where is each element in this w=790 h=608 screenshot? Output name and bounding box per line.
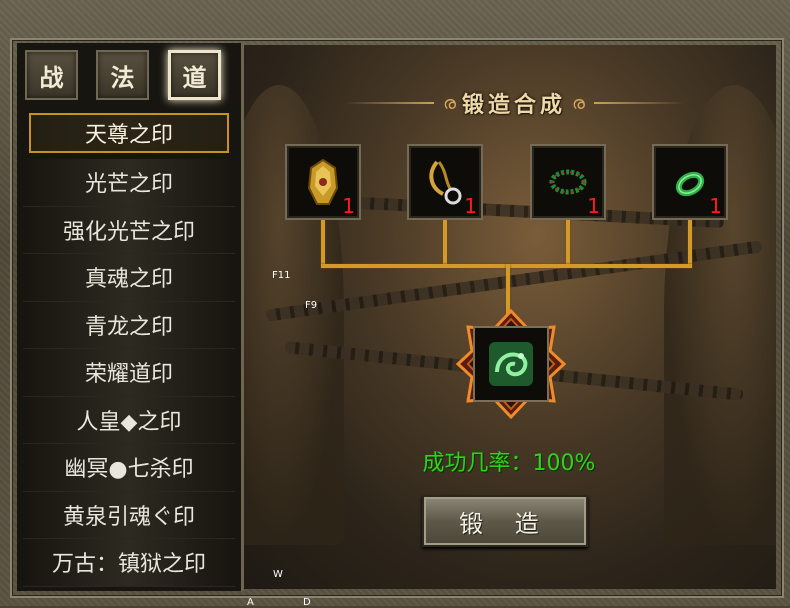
- seal-item-huangquan[interactable]: 黄泉引魂ぐ印: [23, 491, 235, 539]
- ornament-icon: ര: [572, 92, 585, 114]
- success-rate-label: 成功几率：100%: [422, 451, 596, 476]
- material-slot-3[interactable]: 1: [530, 144, 606, 220]
- forge-title: 锻造合成: [461, 93, 566, 118]
- tab-warrior[interactable]: 战: [25, 50, 78, 100]
- item-quantity: 1: [587, 194, 600, 218]
- item-quantity: 1: [342, 194, 355, 218]
- hotkey-label-f11: F11: [272, 270, 291, 281]
- connector-line: [566, 220, 570, 268]
- seal-item-wangu[interactable]: 万古：镇狱之印: [23, 539, 235, 587]
- seal-item-qinglong[interactable]: 青龙之印: [23, 301, 235, 349]
- ornament-icon: ര: [443, 92, 456, 114]
- seal-item-qianghua-guangmang[interactable]: 强化光芒之印: [23, 206, 235, 254]
- seal-item-tianzun[interactable]: 天尊之印: [29, 113, 229, 153]
- forge-panel: ര 锻造合成 ര 1 1 1 1 成功几率：100% 锻 造: [244, 45, 776, 589]
- material-slot-1[interactable]: 1: [285, 144, 361, 220]
- seal-item-zhenhun[interactable]: 真魂之印: [23, 254, 235, 302]
- connector-line: [688, 220, 692, 268]
- jade-dragon-seal-icon: [489, 342, 533, 386]
- seal-item-youming[interactable]: 幽冥●七杀印: [23, 444, 235, 492]
- hotkey-label-a: A: [247, 597, 254, 608]
- seal-category-panel: 战 法 道 天尊之印 光芒之印 强化光芒之印 真魂之印 青龙之印 荣耀道印 人皇…: [17, 43, 244, 591]
- forge-title-bar: ര 锻造合成 ര: [344, 85, 684, 121]
- seal-item-renhuang[interactable]: 人皇◆之印: [23, 396, 235, 444]
- forge-button[interactable]: 锻 造: [422, 495, 588, 547]
- seal-list: 天尊之印 光芒之印 强化光芒之印 真魂之印 青龙之印 荣耀道印 人皇◆之印 幽冥…: [17, 111, 241, 587]
- result-slot[interactable]: [473, 326, 549, 402]
- hotkey-label-d: D: [303, 597, 311, 608]
- item-quantity: 1: [709, 194, 722, 218]
- hotkey-label-w: W: [273, 569, 283, 580]
- material-slot-2[interactable]: 1: [407, 144, 483, 220]
- tab-taoist[interactable]: 道: [168, 50, 221, 100]
- connector-line: [321, 220, 325, 268]
- connector-line: [443, 220, 447, 268]
- material-slot-4[interactable]: 1: [652, 144, 728, 220]
- item-quantity: 1: [464, 194, 477, 218]
- seal-item-guangmang[interactable]: 光芒之印: [23, 159, 235, 207]
- title-divider: [344, 102, 434, 104]
- hotkey-label-f9: F9: [305, 300, 318, 311]
- title-divider: [594, 102, 684, 104]
- tab-mage[interactable]: 法: [96, 50, 149, 100]
- seal-item-rongyao[interactable]: 荣耀道印: [23, 349, 235, 397]
